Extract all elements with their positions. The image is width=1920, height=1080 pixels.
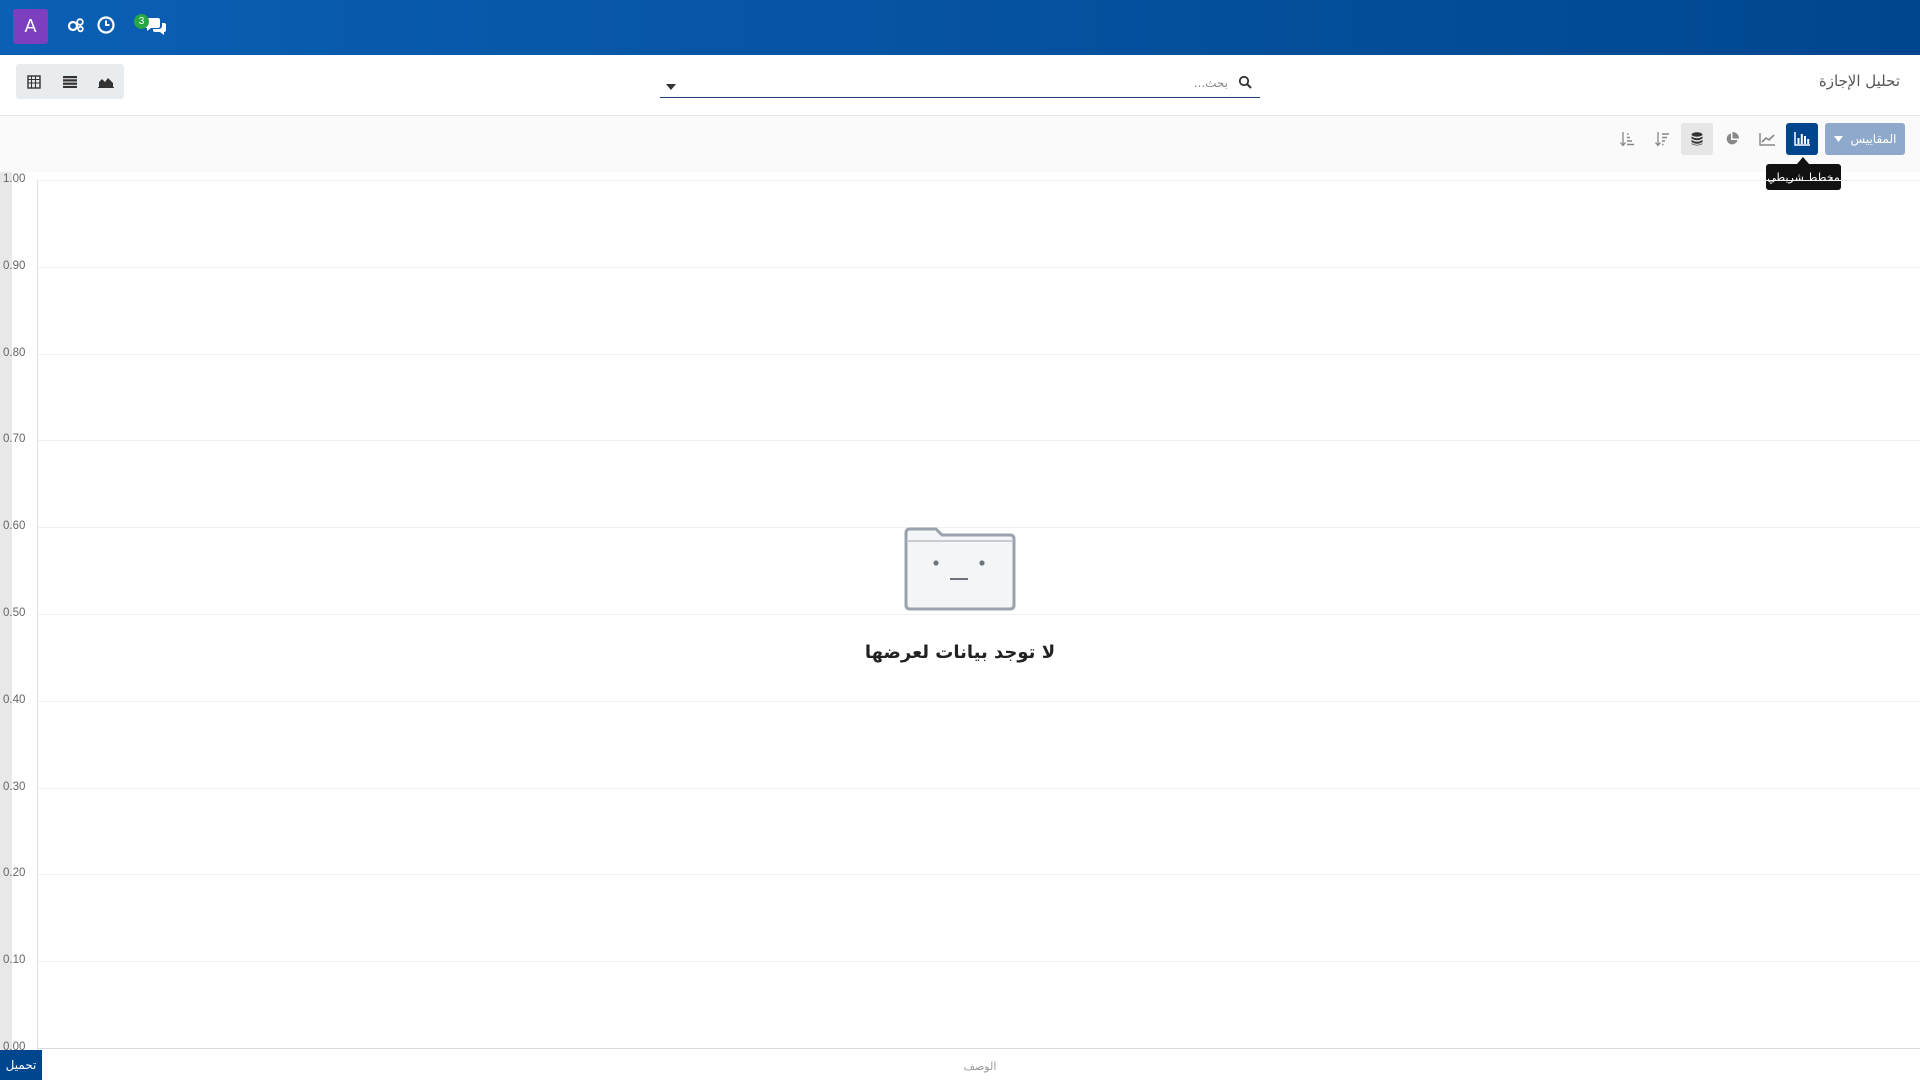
pie-chart-button[interactable] xyxy=(1716,123,1748,155)
sort-ascending-icon xyxy=(1620,132,1634,146)
x-axis-line xyxy=(37,1048,1920,1049)
measures-label: المقاييس xyxy=(1850,132,1897,146)
y-tick-label: 0.50 xyxy=(3,607,26,619)
bar-chart-button[interactable] xyxy=(1786,123,1818,155)
bar-chart-icon xyxy=(1794,132,1810,146)
line-chart-icon xyxy=(1759,132,1775,146)
top-navbar: A 3 xyxy=(0,0,1920,55)
messages-count-badge: 3 xyxy=(134,14,149,29)
empty-folder-icon xyxy=(904,527,1016,611)
no-data-message: لا توجد بيانات لعرضها xyxy=(864,642,1056,663)
y-tick-label: 0.70 xyxy=(3,433,26,446)
list-icon xyxy=(63,75,77,88)
view-switcher xyxy=(16,64,124,99)
sort-ascending-button[interactable] xyxy=(1611,123,1643,155)
y-tick-label: 0.40 xyxy=(3,693,26,706)
graph-toolbar: المقاييس xyxy=(0,116,1920,172)
empty-state xyxy=(860,527,1060,615)
graph-view-button[interactable] xyxy=(88,64,124,99)
search-bar xyxy=(660,67,1260,98)
chevron-down-icon xyxy=(1833,136,1843,142)
user-avatar[interactable]: A xyxy=(13,9,48,44)
pivot-table-icon xyxy=(27,74,41,89)
line-chart-button[interactable] xyxy=(1751,123,1783,155)
y-tick-label: 0.60 xyxy=(3,520,26,533)
database-stack-icon xyxy=(1691,132,1703,146)
grid-line xyxy=(38,440,1920,442)
grid-line xyxy=(38,874,1920,876)
activity-clock-icon[interactable] xyxy=(96,15,120,39)
list-view-button[interactable] xyxy=(52,64,88,99)
grid-line xyxy=(38,353,1920,355)
search-icon[interactable] xyxy=(1238,74,1252,93)
x-axis-title: الوصف xyxy=(963,1060,997,1073)
y-tick-label: 0.30 xyxy=(3,780,26,793)
chart-area: 1.00 0.90 0.80 0.70 0.60 0.50 0.40 0.30 0.20 0.10… xyxy=(0,172,1920,1073)
stacked-toggle-button[interactable] xyxy=(1681,123,1713,155)
y-tick-label: 1.00 xyxy=(3,173,26,185)
grid-line xyxy=(38,787,1920,789)
sort-descending-button[interactable] xyxy=(1646,123,1678,155)
pie-chart-icon xyxy=(1726,132,1739,145)
grid-line xyxy=(38,961,1920,963)
sort-descending-icon xyxy=(1655,132,1669,146)
download-button[interactable]: تحميل xyxy=(0,1050,42,1080)
grid-line xyxy=(38,266,1920,268)
tooltip-arrow xyxy=(1797,157,1809,164)
y-axis-line xyxy=(37,180,38,1050)
measures-dropdown-button[interactable]: المقاييس xyxy=(1825,123,1905,155)
grid-line xyxy=(38,180,1920,181)
y-tick-label: 0.80 xyxy=(3,346,26,359)
control-panel: تحليل الإجازة xyxy=(0,55,1920,116)
y-tick-label: 0.20 xyxy=(3,867,26,880)
page-title: تحليل الإجازة xyxy=(1818,72,1900,90)
pivot-view-button[interactable] xyxy=(16,64,52,99)
y-tick-label: 0.90 xyxy=(3,259,26,272)
search-options-caret-icon[interactable] xyxy=(666,75,676,94)
settings-gears-icon[interactable] xyxy=(66,15,90,39)
grid-line xyxy=(38,700,1920,702)
area-chart-icon xyxy=(98,77,114,88)
search-input[interactable] xyxy=(706,71,1230,95)
y-tick-label: 0.10 xyxy=(3,954,26,967)
